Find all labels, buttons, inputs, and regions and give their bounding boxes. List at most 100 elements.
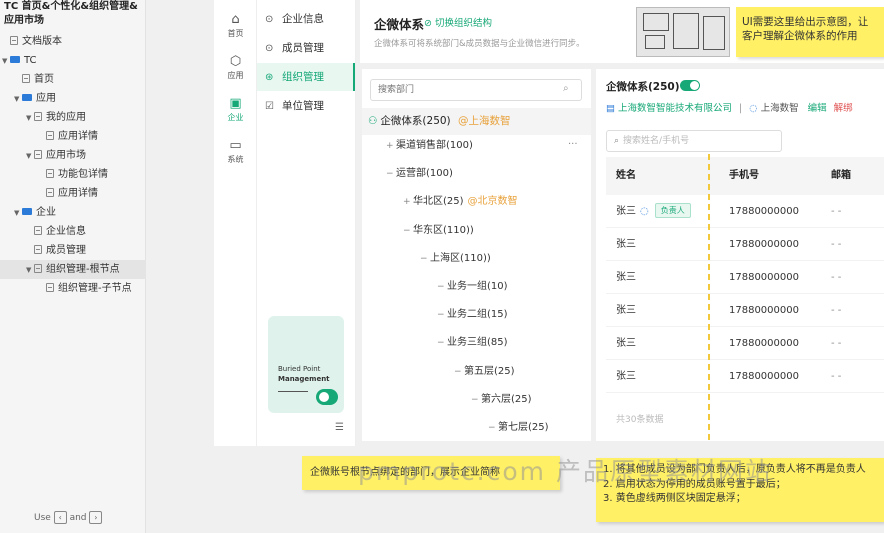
column-header-phone[interactable]: 手机号: [729, 157, 759, 195]
subnav-org[interactable]: ⊛ 组织管理: [257, 63, 355, 91]
cell-email: - -: [831, 272, 842, 283]
search-icon[interactable]: ⌕: [563, 83, 569, 94]
dept-node[interactable]: − 第五层(25): [454, 362, 515, 382]
expand-plus-icon[interactable]: +: [386, 136, 396, 156]
enterprise-icon: ▣: [229, 96, 242, 111]
tree-item[interactable]: 文档版本: [0, 32, 146, 51]
dept-node[interactable]: − 业务二组(15): [437, 305, 508, 325]
unbind-link[interactable]: 解绑: [834, 103, 853, 114]
member-table-header: 姓名 手机号 邮箱: [606, 157, 884, 195]
page-icon: [34, 226, 42, 235]
expand-arrow-icon[interactable]: ▼: [14, 204, 22, 223]
dept-root-node[interactable]: ⚇ 企微体系(250) @上海数智: [362, 108, 591, 135]
sync-toggle-switch[interactable]: [680, 80, 700, 91]
member-icon: ⊙: [265, 43, 274, 54]
dept-node[interactable]: − 第六层(25): [471, 390, 532, 410]
cell-phone: 17880000000: [729, 371, 799, 382]
collapse-minus-icon[interactable]: −: [386, 164, 396, 184]
table-row[interactable]: 张三 17880000000 - -: [606, 228, 884, 261]
tree-item[interactable]: ▼ 应用市场: [0, 146, 146, 165]
nav-app-cube[interactable]: ⬡ 应用: [214, 54, 257, 81]
subnav-member[interactable]: ⊙ 成员管理: [257, 34, 355, 62]
dept-node-label: 上海区(110)): [430, 252, 491, 264]
dept-node[interactable]: − 第七层(25): [488, 418, 549, 438]
dept-node-label: 第七层(25): [498, 422, 549, 433]
collapse-minus-icon[interactable]: −: [488, 418, 498, 438]
department-search-input[interactable]: [370, 79, 582, 101]
nav-enterprise[interactable]: ▣ 企业: [214, 96, 257, 123]
expand-arrow-icon[interactable]: ▼: [26, 109, 34, 128]
collapse-minus-icon[interactable]: −: [437, 333, 447, 353]
member-search-input[interactable]: ⌕ 搜索姓名/手机号: [606, 130, 782, 152]
dept-node[interactable]: − 业务三组(85): [437, 333, 508, 353]
collapse-minus-icon[interactable]: −: [471, 390, 481, 410]
expand-arrow-icon[interactable]: ▼: [26, 261, 34, 280]
dept-node[interactable]: + 渠道销售部(100): [386, 136, 473, 156]
expand-arrow-icon[interactable]: ▼: [26, 147, 34, 166]
collapse-minus-icon[interactable]: −: [403, 221, 413, 241]
table-row[interactable]: 张三 17880000000 - -: [606, 294, 884, 327]
subnav-unit[interactable]: ☑ 单位管理: [257, 92, 355, 120]
expand-arrow-icon[interactable]: ▼: [14, 90, 22, 109]
wecom-icon: ◌: [749, 103, 758, 114]
table-row[interactable]: 张三 ◌ 负责人 17880000000 - -: [606, 195, 884, 228]
tree-item-label: 应用详情: [58, 131, 98, 142]
tree-item[interactable]: ▼ 企业: [0, 203, 146, 222]
column-header-email[interactable]: 邮箱: [831, 157, 851, 195]
cell-name: 张三: [616, 261, 636, 294]
column-header-name[interactable]: 姓名: [616, 157, 636, 195]
nav-home[interactable]: ⌂ 首页: [214, 12, 257, 39]
tree-item-label: 应用市场: [46, 150, 86, 161]
tree-item[interactable]: 成员管理: [0, 241, 146, 260]
company-name: 上海数智智能技术有限公司: [617, 103, 732, 114]
tree-item[interactable]: 组织管理-子节点: [0, 279, 146, 298]
page-icon: [46, 131, 54, 140]
tree-item[interactable]: 企业信息: [0, 222, 146, 241]
collapse-minus-icon[interactable]: −: [420, 249, 430, 269]
page-icon: [34, 245, 42, 254]
department-tree-panel: ⌕ ⚇企微体系(250) @上海数智 ··· +渠道销售部(100)−运营部(1…: [362, 69, 591, 441]
tree-item[interactable]: ▼ 应用: [0, 89, 146, 108]
edit-link[interactable]: 编辑: [808, 103, 827, 114]
subnav-info[interactable]: ⊙ 企业信息: [257, 5, 355, 33]
dept-node[interactable]: − 华东区(110)): [403, 221, 474, 241]
promo-divider: [278, 391, 308, 392]
promo-toggle-icon[interactable]: [316, 389, 338, 405]
page-icon: [22, 74, 30, 83]
tree-item[interactable]: 应用详情: [0, 127, 146, 146]
tree-item[interactable]: ▼ TC: [0, 51, 146, 70]
table-row[interactable]: 张三 17880000000 - -: [606, 360, 884, 393]
annotation-note-ui-hint: UI需要这里给出示意图，让客户理解企微体系的作用: [736, 7, 884, 57]
switch-org-structure-link[interactable]: ⊘ 切换组织结构: [424, 15, 492, 29]
cell-phone: 17880000000: [729, 338, 799, 349]
tree-item[interactable]: 首页: [0, 70, 146, 89]
table-row[interactable]: 张三 17880000000 - -: [606, 261, 884, 294]
nav-system[interactable]: ▭ 系统: [214, 138, 257, 165]
dept-node[interactable]: − 上海区(110)): [420, 249, 491, 269]
expand-plus-icon[interactable]: +: [403, 192, 413, 212]
page-icon: [34, 264, 42, 273]
buried-point-promo-card[interactable]: Buried Point Management: [268, 316, 344, 413]
dept-node[interactable]: − 运营部(100): [386, 164, 453, 184]
tree-item[interactable]: ▼ 我的应用: [0, 108, 146, 127]
dept-node-label: 渠道销售部(100): [396, 140, 473, 151]
collapse-minus-icon[interactable]: −: [437, 305, 447, 325]
tree-item[interactable]: ▼ 组织管理-根节点: [0, 260, 146, 279]
tree-item-label: 应用详情: [58, 188, 98, 199]
switch-icon: ⊘: [424, 18, 435, 29]
dept-node[interactable]: + 华北区(25) @北京数智: [403, 192, 518, 212]
member-name: 张三: [616, 206, 636, 217]
tree-item-label: 企业: [36, 207, 56, 218]
subnav-label: 单位管理: [282, 100, 324, 112]
dept-node[interactable]: − 业务一组(10): [437, 277, 508, 297]
primary-icon-nav: ⌂ 首页 ⬡ 应用 ▣ 企业 ▭ 系统: [214, 0, 257, 446]
tree-item[interactable]: 功能包详情: [0, 165, 146, 184]
collapse-minus-icon[interactable]: −: [454, 362, 464, 382]
collapse-menu-icon[interactable]: ☰: [335, 422, 344, 433]
cell-email: - -: [831, 305, 842, 316]
tree-item[interactable]: 应用详情: [0, 184, 146, 203]
expand-arrow-icon[interactable]: ▼: [2, 52, 10, 71]
table-row[interactable]: 张三 17880000000 - -: [606, 327, 884, 360]
more-actions-icon[interactable]: ···: [568, 139, 578, 150]
collapse-minus-icon[interactable]: −: [437, 277, 447, 297]
